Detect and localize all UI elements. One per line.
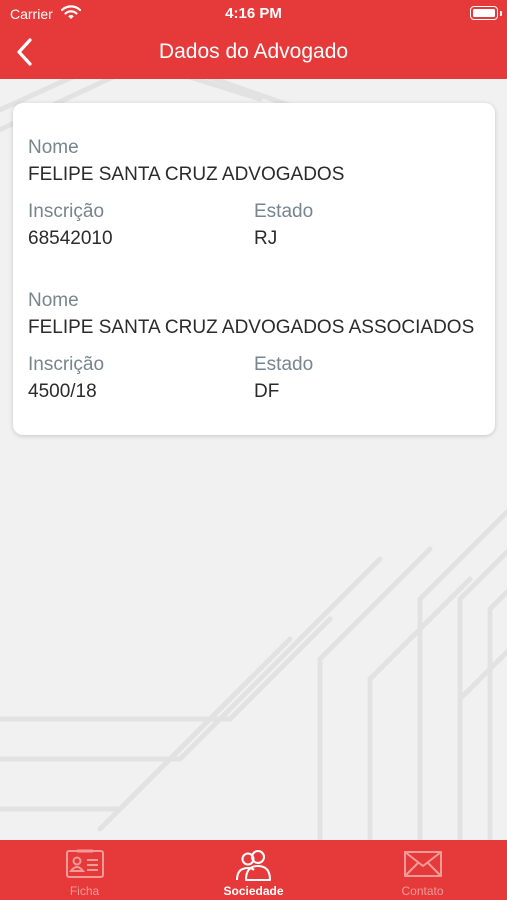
clock: 4:16 PM	[225, 5, 282, 22]
estado-label: Estado	[254, 354, 314, 375]
page-title: Dados do Advogado	[158, 40, 349, 63]
navigation-bar: Dados do Advogado	[0, 28, 507, 79]
tab-label: Sociedade	[223, 884, 284, 898]
tab-ficha[interactable]: Ficha	[0, 840, 169, 900]
estado-value: DF	[254, 381, 280, 402]
battery-icon	[470, 6, 502, 20]
status-bar: Carrier 4:16 PM	[0, 0, 507, 28]
name-label: Nome	[28, 290, 79, 311]
chevron-left-icon	[17, 38, 32, 66]
name-value: FELIPE SANTA CRUZ ADVOGADOS ASSOCIADOS	[28, 317, 475, 338]
envelope-icon	[403, 851, 442, 877]
id-card-icon	[65, 849, 104, 878]
tab-contato[interactable]: Contato	[338, 840, 507, 900]
tab-bar: Ficha Sociedade Contato	[0, 840, 507, 900]
inscricao-label: Inscrição	[28, 201, 105, 222]
inscricao-value: 68542010	[28, 228, 113, 249]
people-icon	[235, 850, 271, 881]
estado-value: RJ	[254, 228, 278, 249]
back-button[interactable]	[8, 34, 44, 70]
app-header: Carrier 4:16 PM Dados do Advogado	[0, 0, 507, 79]
tab-label: Contato	[401, 884, 444, 898]
tab-label: Ficha	[69, 884, 100, 898]
inscricao-value: 4500/18	[28, 381, 97, 402]
name-value: FELIPE SANTA CRUZ ADVOGADOS	[28, 164, 345, 185]
inscricao-label: Inscrição	[28, 354, 105, 375]
tab-sociedade[interactable]: Sociedade	[169, 840, 338, 900]
estado-label: Estado	[254, 201, 314, 222]
name-label: Nome	[28, 137, 79, 158]
lawyer-data-card: Nome FELIPE SANTA CRUZ ADVOGADOS Inscriç…	[13, 103, 495, 435]
